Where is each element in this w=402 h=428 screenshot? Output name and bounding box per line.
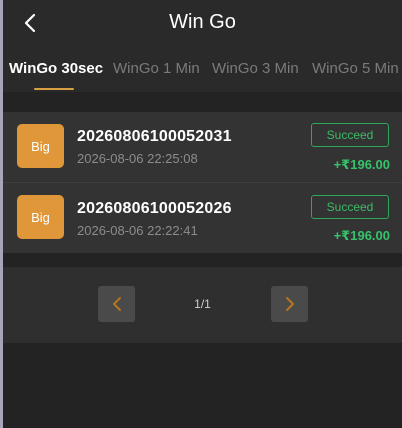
tab-wingo-1-min[interactable]: WinGo 1 Min xyxy=(113,60,200,78)
period-number: 20260806100052026 xyxy=(77,200,232,217)
tab-wingo-3-min[interactable]: WinGo 3 Min xyxy=(212,60,299,78)
pagination: 1/1 xyxy=(3,267,402,343)
bet-type-badge: Big xyxy=(17,124,64,168)
tab-wingo-30sec[interactable]: WinGo 30sec xyxy=(9,60,103,78)
bet-type-badge: Big xyxy=(17,195,64,239)
period-number: 20260806100052031 xyxy=(77,128,232,145)
empty-area xyxy=(3,343,402,428)
page-title: Win Go xyxy=(169,11,236,33)
win-amount: +₹196.00 xyxy=(333,228,390,243)
header-bar: Win Go xyxy=(3,0,402,46)
next-page-button[interactable] xyxy=(271,286,308,322)
status-badge: Succeed xyxy=(311,195,389,219)
chevron-right-icon xyxy=(285,297,294,311)
bet-time: 2026-08-06 22:25:08 xyxy=(77,151,198,166)
game-tabs: WinGo 30sec WinGo 1 Min WinGo 3 Min WinG… xyxy=(3,46,402,92)
status-badge: Succeed xyxy=(311,123,389,147)
active-tab-indicator xyxy=(34,88,74,90)
bet-time: 2026-08-06 22:22:41 xyxy=(77,223,198,238)
page-indicator: 1/1 xyxy=(194,297,211,311)
bet-record-list: Big 20260806100052031 2026-08-06 22:25:0… xyxy=(3,112,402,253)
list-item[interactable]: Big 20260806100052031 2026-08-06 22:25:0… xyxy=(3,112,402,182)
section-divider xyxy=(3,92,402,112)
win-amount: +₹196.00 xyxy=(333,157,390,172)
list-item[interactable]: Big 20260806100052026 2026-08-06 22:22:4… xyxy=(3,182,402,253)
section-divider xyxy=(3,253,402,267)
tab-wingo-5-min[interactable]: WinGo 5 Min xyxy=(312,60,399,78)
